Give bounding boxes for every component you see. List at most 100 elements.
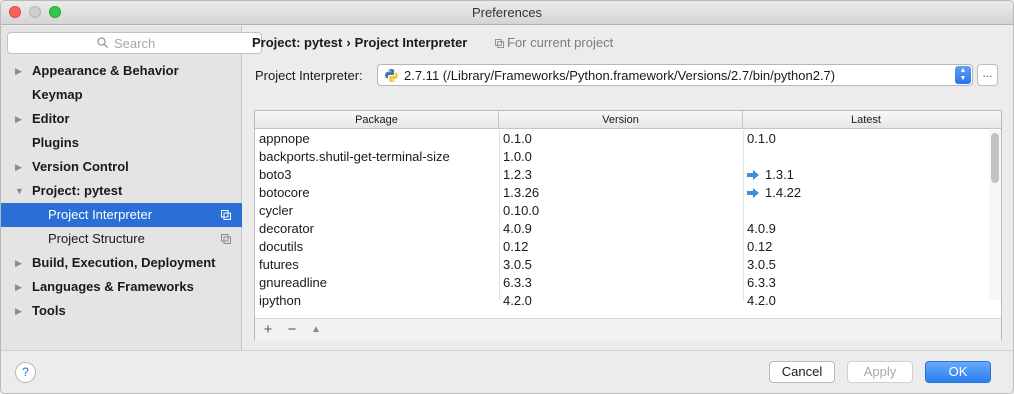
package-latest-cell: 4.2.0 — [747, 292, 776, 310]
collapse-arrow-icon[interactable]: ▼ — [15, 179, 24, 203]
package-name-cell: backports.shutil-get-terminal-size — [259, 149, 450, 164]
table-row[interactable]: decorator 4.0.9 4.0.9 — [255, 220, 989, 238]
sidebar-item-label: Version Control — [32, 159, 129, 174]
column-header-version[interactable]: Version — [499, 111, 743, 129]
sidebar-item-tools[interactable]: ▶ Tools — [1, 299, 242, 323]
latest-version-label: 1.3.1 — [765, 167, 794, 182]
remove-package-button[interactable]: − — [283, 321, 301, 339]
table-row[interactable]: ipython 4.2.0 4.2.0 — [255, 292, 989, 310]
package-version-cell: 3.0.5 — [503, 257, 532, 272]
copy-icon — [221, 234, 231, 244]
table-row[interactable]: backports.shutil-get-terminal-size 1.0.0 — [255, 148, 989, 166]
package-version-cell: 0.1.0 — [503, 131, 532, 146]
cancel-button[interactable]: Cancel — [769, 361, 835, 383]
close-window-button[interactable] — [9, 6, 21, 18]
sidebar-item-keymap[interactable]: Keymap — [1, 83, 242, 107]
table-row[interactable]: cycler 0.10.0 — [255, 202, 989, 220]
sidebar-item-label: Project: pytest — [32, 183, 123, 198]
table-scrollbar[interactable] — [989, 130, 1001, 300]
breadcrumb-current: Project Interpreter — [354, 35, 468, 50]
table-row[interactable]: docutils 0.12 0.12 — [255, 238, 989, 256]
upgrade-arrow-icon — [747, 188, 759, 198]
python-icon — [385, 68, 398, 83]
sidebar-item-label: Keymap — [32, 87, 83, 102]
window-controls — [9, 6, 61, 18]
window-title: Preferences — [471, 5, 543, 20]
table-row[interactable]: botocore 1.3.26 1.4.22 — [255, 184, 989, 202]
help-button[interactable]: ? — [15, 362, 36, 383]
latest-version-label: 0.12 — [747, 239, 773, 254]
sidebar-item-project[interactable]: ▼ Project: pytest — [1, 179, 242, 203]
table-body: appnope 0.1.0 0.1.0 backports.shutil-get-te… — [255, 130, 989, 310]
preferences-window: Preferences Search ▶ Appearance & Behavi… — [0, 0, 1014, 394]
ok-button[interactable]: OK — [925, 361, 991, 383]
scrollbar-thumb[interactable] — [991, 133, 999, 183]
sidebar-item-plugins[interactable]: Plugins — [1, 131, 242, 155]
minimize-window-button[interactable] — [29, 6, 41, 18]
latest-version-label: 4.0.9 — [747, 221, 776, 236]
zoom-window-button[interactable] — [49, 6, 61, 18]
package-version-cell: 0.10.0 — [503, 203, 540, 218]
package-latest-cell: 3.0.5 — [747, 256, 776, 274]
sidebar-item-version-control[interactable]: ▶ Version Control — [1, 155, 242, 179]
copy-icon — [221, 210, 231, 220]
package-latest-cell: 4.0.9 — [747, 220, 776, 238]
table-header: Package Version Latest — [255, 111, 1001, 129]
upgrade-package-button[interactable]: ▲ — [307, 321, 325, 339]
package-version-cell: 1.0.0 — [503, 149, 532, 164]
expand-arrow-icon[interactable]: ▶ — [15, 275, 22, 299]
package-name-cell: botocore — [259, 185, 310, 200]
package-name-cell: cycler — [259, 203, 293, 218]
add-package-button[interactable]: + — [259, 321, 277, 339]
sidebar-item-label: Appearance & Behavior — [32, 63, 179, 78]
sidebar-item-editor[interactable]: ▶ Editor — [1, 107, 242, 131]
table-row[interactable]: gnureadline 6.3.3 6.3.3 — [255, 274, 989, 292]
scope-label: For current project — [507, 35, 614, 50]
sidebar-item-appearance-behavior[interactable]: ▶ Appearance & Behavior — [1, 59, 242, 83]
package-name-cell: decorator — [259, 221, 314, 236]
search-input[interactable]: Search — [7, 32, 262, 54]
copy-icon — [495, 39, 504, 48]
package-version-cell: 4.2.0 — [503, 293, 532, 308]
column-header-package[interactable]: Package — [255, 111, 499, 129]
sidebar-item-label: Languages & Frameworks — [32, 279, 194, 294]
package-name-cell: appnope — [259, 131, 310, 146]
sidebar-item-label: Editor — [32, 111, 70, 126]
latest-version-label: 1.4.22 — [765, 185, 802, 200]
settings-sidebar: Search ▶ Appearance & Behavior Keymap ▶ … — [1, 26, 262, 350]
sidebar-item-build-execution-deployment[interactable]: ▶ Build, Execution, Deployment — [1, 251, 242, 275]
package-latest-cell: 6.3.3 — [747, 274, 776, 292]
table-row[interactable]: futures 3.0.5 3.0.5 — [255, 256, 989, 274]
latest-version-label: 0.1.0 — [747, 131, 776, 146]
package-toolbar: + − ▲ — [255, 318, 1001, 340]
interpreter-settings-button[interactable]: ... — [977, 64, 998, 86]
interpreter-select[interactable]: 2.7.11 (/Library/Frameworks/Python.frame… — [377, 64, 973, 86]
package-version-cell: 6.3.3 — [503, 275, 532, 290]
sidebar-item-project-interpreter[interactable]: Project Interpreter — [1, 203, 242, 227]
package-name-cell: futures — [259, 257, 299, 272]
apply-button[interactable]: Apply — [847, 361, 913, 383]
select-arrows-icon[interactable]: ▲ ▼ — [955, 66, 971, 84]
package-latest-cell: 0.12 — [747, 238, 772, 256]
expand-arrow-icon[interactable]: ▶ — [15, 59, 22, 83]
sidebar-item-label: Plugins — [32, 135, 79, 150]
expand-arrow-icon[interactable]: ▶ — [15, 299, 22, 323]
main-panel: Project: pytest › Project Interpreter For … — [243, 26, 1013, 350]
expand-arrow-icon[interactable]: ▶ — [15, 155, 22, 179]
latest-version-label: 4.2.0 — [747, 293, 776, 308]
sidebar-item-project-structure[interactable]: Project Structure — [1, 227, 242, 251]
expand-arrow-icon[interactable]: ▶ — [15, 251, 22, 275]
table-row[interactable]: boto3 1.2.3 1.3.1 — [255, 166, 989, 184]
upgrade-arrow-icon — [747, 170, 759, 180]
package-version-cell: 1.2.3 — [503, 167, 532, 182]
expand-arrow-icon[interactable]: ▶ — [15, 107, 22, 131]
package-name-cell: ipython — [259, 293, 301, 308]
package-name-cell: docutils — [259, 239, 304, 254]
title-bar: Preferences — [1, 1, 1013, 25]
scope-note: For current project — [495, 35, 613, 50]
sidebar-item-languages-frameworks[interactable]: ▶ Languages & Frameworks — [1, 275, 242, 299]
package-name-cell: boto3 — [259, 167, 292, 182]
breadcrumb-parent: Project: pytest — [252, 35, 343, 50]
column-header-latest[interactable]: Latest — [743, 111, 989, 129]
table-row[interactable]: appnope 0.1.0 0.1.0 — [255, 130, 989, 148]
